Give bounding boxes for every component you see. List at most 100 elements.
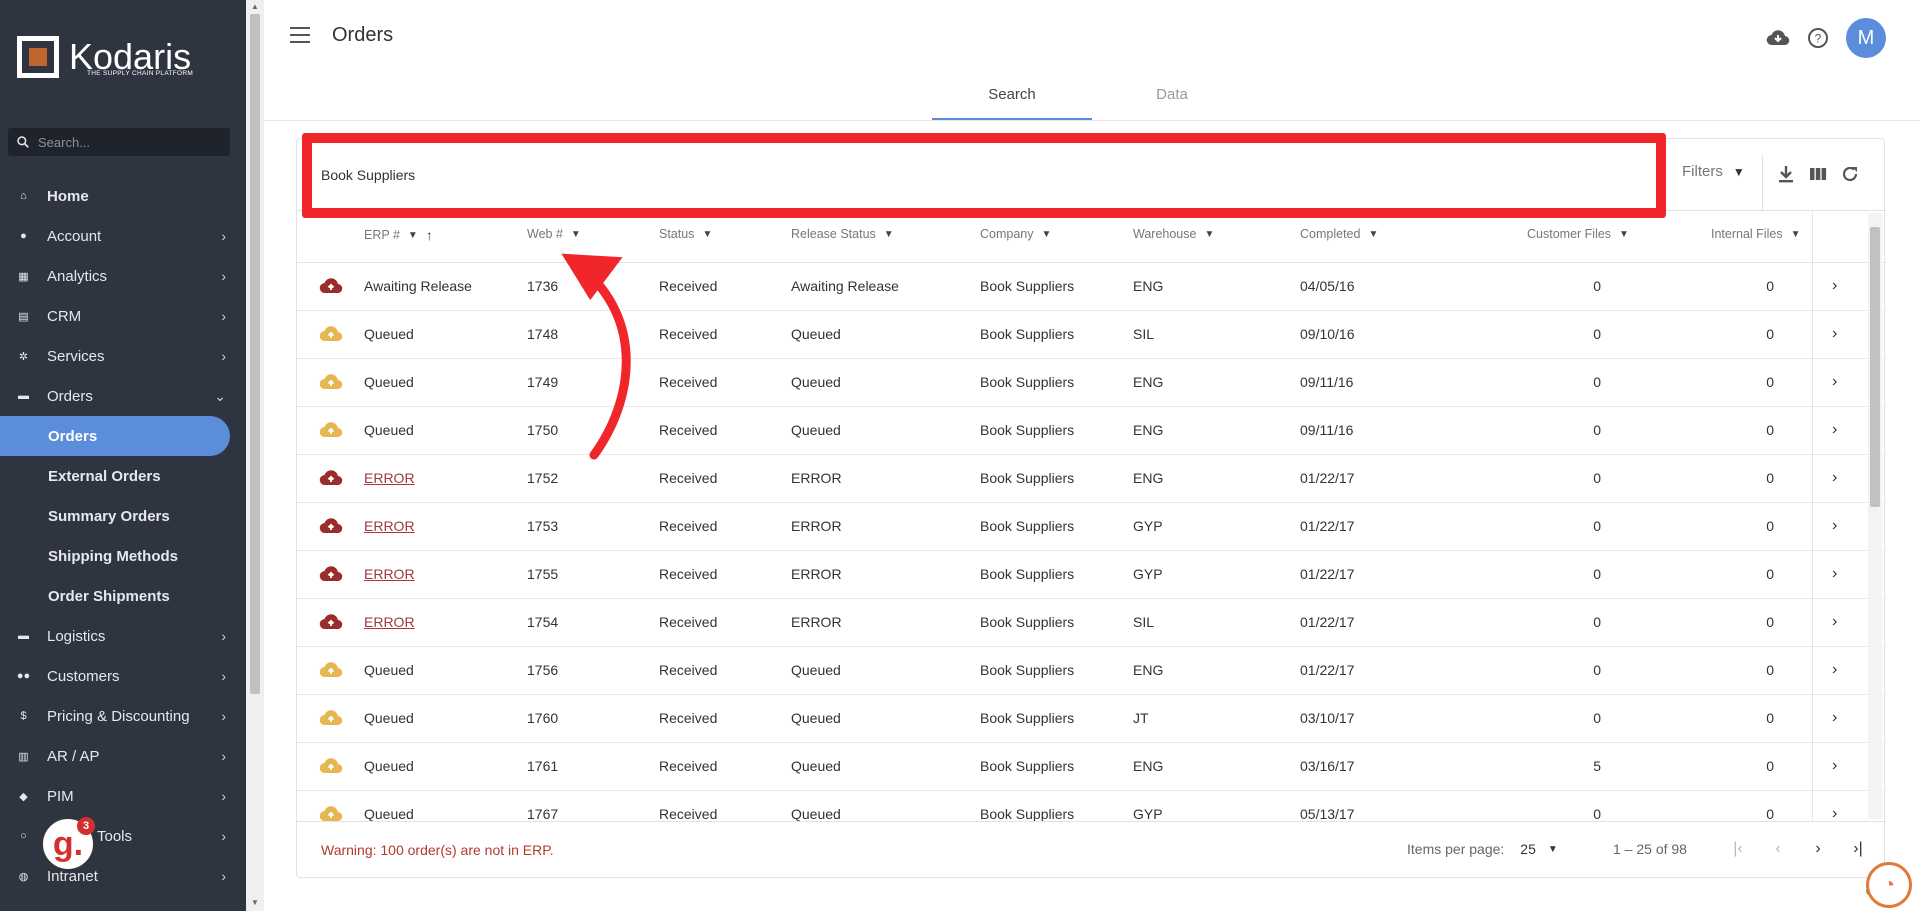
erp-cell[interactable]: ERROR [364, 614, 415, 630]
column-header-web[interactable]: Web # ▼ [527, 227, 581, 241]
tab-data[interactable]: Data [1092, 80, 1252, 120]
table-row[interactable]: ERROR 1752 Received ERROR Book Suppliers ENG 0… [297, 455, 1886, 503]
erp-cell[interactable]: ERROR [364, 518, 415, 534]
assistant-badge[interactable]: g. 3 [40, 816, 96, 872]
sidebar-item-analytics[interactable]: ▦ Analytics › [0, 256, 246, 296]
cloud-upload-icon[interactable] [319, 276, 343, 296]
sidebar-item-logistics[interactable]: ▬ Logistics › [0, 616, 246, 656]
erp-cell[interactable]: ERROR [364, 470, 415, 486]
scroll-down-icon[interactable]: ▼ [251, 898, 259, 907]
sidebar-subitem-summary-orders[interactable]: Summary Orders [0, 496, 246, 536]
row-chevron-right-icon[interactable]: › [1832, 661, 1837, 679]
cloud-upload-icon[interactable] [319, 324, 343, 344]
row-chevron-right-icon[interactable]: › [1832, 517, 1837, 535]
sidebar-item-pricing[interactable]: $ Pricing & Discounting › [0, 696, 246, 736]
orders-search-input[interactable] [321, 167, 1621, 183]
table-row[interactable]: Queued 1756 Received Queued Book Suppliers EN… [297, 647, 1886, 695]
row-chevron-right-icon[interactable]: › [1832, 709, 1837, 727]
next-page-icon[interactable]: › [1807, 838, 1829, 860]
row-chevron-right-icon[interactable]: › [1832, 277, 1837, 295]
table-row[interactable]: Queued 1748 Received Queued Book Suppliers SI… [297, 311, 1886, 359]
table-row[interactable]: Queued 1761 Received Queued Book Suppliers EN… [297, 743, 1886, 791]
home-icon: ⌂ [20, 190, 27, 202]
sidebar-item-services[interactable]: ✲ Services › [0, 336, 246, 376]
column-header-warehouse[interactable]: Warehouse ▼ [1133, 227, 1214, 241]
table-row[interactable]: Awaiting Release 1736 Received Awaiting Rel… [297, 263, 1886, 311]
row-chevron-right-icon[interactable]: › [1832, 613, 1837, 631]
cloud-upload-icon[interactable] [319, 468, 343, 488]
sidebar-scrollbar[interactable]: ▲ ▼ [246, 0, 264, 911]
help-icon[interactable]: ? [1806, 26, 1830, 50]
column-header-internal-files[interactable]: Internal Files ▼ [1711, 227, 1800, 241]
table-scrollbar[interactable] [1868, 213, 1882, 819]
erp-cell: Queued [364, 710, 414, 726]
scroll-up-icon[interactable]: ▲ [251, 2, 259, 11]
logo[interactable]: Kodaris THE SUPPLY CHAIN PLATFORM [17, 36, 193, 78]
sidebar-subitem-orders[interactable]: Orders [0, 416, 230, 456]
first-page-icon[interactable]: |‹ [1727, 838, 1749, 860]
sidebar-item-pim[interactable]: ◆ PIM › [0, 776, 246, 816]
table-row[interactable]: ERROR 1754 Received ERROR Book Suppliers SIL 0… [297, 599, 1886, 647]
download-icon[interactable] [1777, 165, 1795, 183]
column-header-status[interactable]: Status ▼ [659, 227, 712, 241]
row-chevron-right-icon[interactable]: › [1832, 757, 1837, 775]
column-header-release-status[interactable]: Release Status ▼ [791, 227, 894, 241]
hamburger-icon[interactable] [290, 27, 310, 43]
sidebar-item-intranet[interactable]: ◍ Intranet › [0, 856, 246, 896]
column-header-customer-files[interactable]: Customer Files ▼ [1527, 227, 1629, 241]
cloud-upload-icon[interactable] [319, 708, 343, 728]
page-title: Orders [332, 24, 394, 46]
cloud-upload-icon[interactable] [319, 564, 343, 584]
column-header-completed[interactable]: Completed ▼ [1300, 227, 1378, 241]
sidebar-subitem-shipping-methods[interactable]: Shipping Methods [0, 536, 246, 576]
sidebar-search[interactable] [8, 128, 230, 156]
last-page-icon[interactable]: ›| [1847, 838, 1869, 860]
sidebar-search-input[interactable] [38, 134, 208, 150]
sidebar-item-home[interactable]: ⌂ Home [0, 176, 246, 216]
scrollbar-thumb[interactable] [1870, 227, 1880, 507]
erp-cell[interactable]: ERROR [364, 566, 415, 582]
cloud-upload-icon[interactable] [319, 660, 343, 680]
table-row[interactable]: Queued 1750 Received Queued Book Suppliers EN… [297, 407, 1886, 455]
cloud-download-icon[interactable] [1766, 26, 1790, 50]
items-per-page-select[interactable]: 25 ▼ [1520, 841, 1557, 857]
cloud-upload-icon[interactable] [319, 372, 343, 392]
sidebar-subitem-external-orders[interactable]: External Orders [0, 456, 246, 496]
chat-button[interactable]: ◔ [1866, 862, 1912, 908]
row-chevron-right-icon[interactable]: › [1832, 805, 1837, 821]
cloud-upload-icon[interactable] [319, 516, 343, 536]
row-chevron-right-icon[interactable]: › [1832, 565, 1837, 583]
row-chevron-right-icon[interactable]: › [1832, 373, 1837, 391]
scrollbar-thumb[interactable] [250, 14, 260, 694]
sidebar-item-ar-ap[interactable]: ▥ AR / AP › [0, 736, 246, 776]
table-row[interactable]: Queued 1767 Received Queued Book Suppliers GY… [297, 791, 1886, 821]
sidebar-item-customers[interactable]: ●● Customers › [0, 656, 246, 696]
table-row[interactable]: ERROR 1755 Received ERROR Book Suppliers GYP 0… [297, 551, 1886, 599]
sidebar-subitem-order-shipments[interactable]: Order Shipments [0, 576, 246, 616]
row-chevron-right-icon[interactable]: › [1832, 421, 1837, 439]
previous-page-icon[interactable]: ‹ [1767, 838, 1789, 860]
cloud-upload-icon[interactable] [319, 804, 343, 821]
sidebar-item-account[interactable]: ● Account › [0, 216, 246, 256]
refresh-icon[interactable] [1841, 165, 1859, 183]
warehouse-cell: ENG [1133, 470, 1164, 486]
items-per-page-label: Items per page: [1407, 841, 1505, 857]
sidebar-item-crm[interactable]: ▤ CRM › [0, 296, 246, 336]
cloud-upload-icon[interactable] [319, 420, 343, 440]
row-chevron-right-icon[interactable]: › [1832, 469, 1837, 487]
cloud-upload-icon[interactable] [319, 756, 343, 776]
column-header-erp[interactable]: ERP # ▼ ↑ [364, 227, 433, 243]
sidebar-item-tools[interactable]: ○ Tools › [0, 816, 246, 856]
table-row[interactable]: Queued 1760 Received Queued Book Suppliers JT… [297, 695, 1886, 743]
sort-ascending-icon[interactable]: ↑ [426, 227, 433, 243]
sidebar-item-orders[interactable]: ▬ Orders ⌄ [0, 376, 246, 416]
column-header-company[interactable]: Company ▼ [980, 227, 1051, 241]
cloud-upload-icon[interactable] [319, 612, 343, 632]
table-row[interactable]: ERROR 1753 Received ERROR Book Suppliers GYP 0… [297, 503, 1886, 551]
row-chevron-right-icon[interactable]: › [1832, 325, 1837, 343]
avatar[interactable]: M [1846, 18, 1886, 58]
table-row[interactable]: Queued 1749 Received Queued Book Suppliers EN… [297, 359, 1886, 407]
columns-icon[interactable] [1809, 165, 1827, 183]
filters-button[interactable]: Filters ▼ [1682, 163, 1745, 180]
tab-search[interactable]: Search [932, 80, 1092, 120]
